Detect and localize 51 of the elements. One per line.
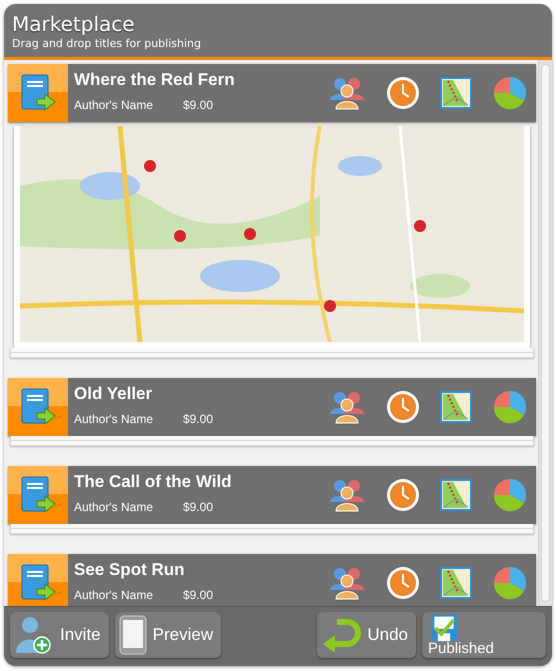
title-card[interactable]: The Call of the Wild Author's Name $9.00 <box>8 466 536 524</box>
pie-chart-icon <box>492 389 528 425</box>
undo-arrow-icon <box>321 618 362 652</box>
price: $9.00 <box>183 588 214 602</box>
price: $9.00 <box>183 98 214 112</box>
scrollbar[interactable] <box>538 60 552 606</box>
author-name: Author's Name <box>74 98 153 112</box>
clock-icon <box>386 390 420 424</box>
scroll-thumb[interactable] <box>541 64 550 602</box>
people-icon <box>328 390 366 424</box>
book-icon <box>19 563 57 603</box>
published-button[interactable]: Published <box>422 612 546 658</box>
preview-button[interactable]: Preview <box>114 612 222 658</box>
panel-title: Marketplace <box>12 12 136 36</box>
pie-chart-icon <box>492 565 528 601</box>
pie-chart-icon <box>492 75 528 111</box>
drag-handle[interactable] <box>8 378 68 436</box>
author-name: Author's Name <box>74 412 153 426</box>
book-title: Old Yeller <box>74 384 154 404</box>
book-icon <box>19 475 57 515</box>
pie-chart-icon <box>492 477 528 513</box>
author-name: Author's Name <box>74 588 153 602</box>
drag-handle[interactable] <box>8 466 68 524</box>
book-title: The Call of the Wild <box>74 472 233 492</box>
title-card[interactable]: Old Yeller Author's Name $9.00 <box>8 378 536 436</box>
clock-icon <box>386 566 420 600</box>
clock-icon <box>386 478 420 512</box>
map-icon <box>440 479 472 511</box>
book-title: See Spot Run <box>74 560 186 580</box>
book-title: Where the Red Fern <box>74 70 236 90</box>
drag-handle[interactable] <box>8 554 68 606</box>
people-icon <box>328 76 366 110</box>
saved-check-icon <box>428 614 460 642</box>
undo-button[interactable]: Undo <box>317 612 416 658</box>
book-icon <box>19 73 57 113</box>
clock-icon <box>386 76 420 110</box>
map-icon <box>440 567 472 599</box>
drag-handle[interactable] <box>8 64 68 122</box>
title-card[interactable]: See Spot Run Author's Name $9.00 <box>8 554 536 606</box>
people-icon <box>328 566 366 600</box>
panel-subtitle: Drag and drop titles for publishing <box>12 36 202 52</box>
author-name: Author's Name <box>74 500 153 514</box>
invite-button[interactable]: Invite <box>10 612 109 658</box>
map-icon <box>440 77 472 109</box>
map-icon <box>440 391 472 423</box>
tablet-icon <box>118 615 147 655</box>
book-icon <box>19 387 57 427</box>
title-card[interactable]: Where the Red Fern Author's Name $9.00 <box>8 64 536 122</box>
price: $9.00 <box>183 500 214 514</box>
people-icon <box>328 478 366 512</box>
price: $9.00 <box>183 412 214 426</box>
